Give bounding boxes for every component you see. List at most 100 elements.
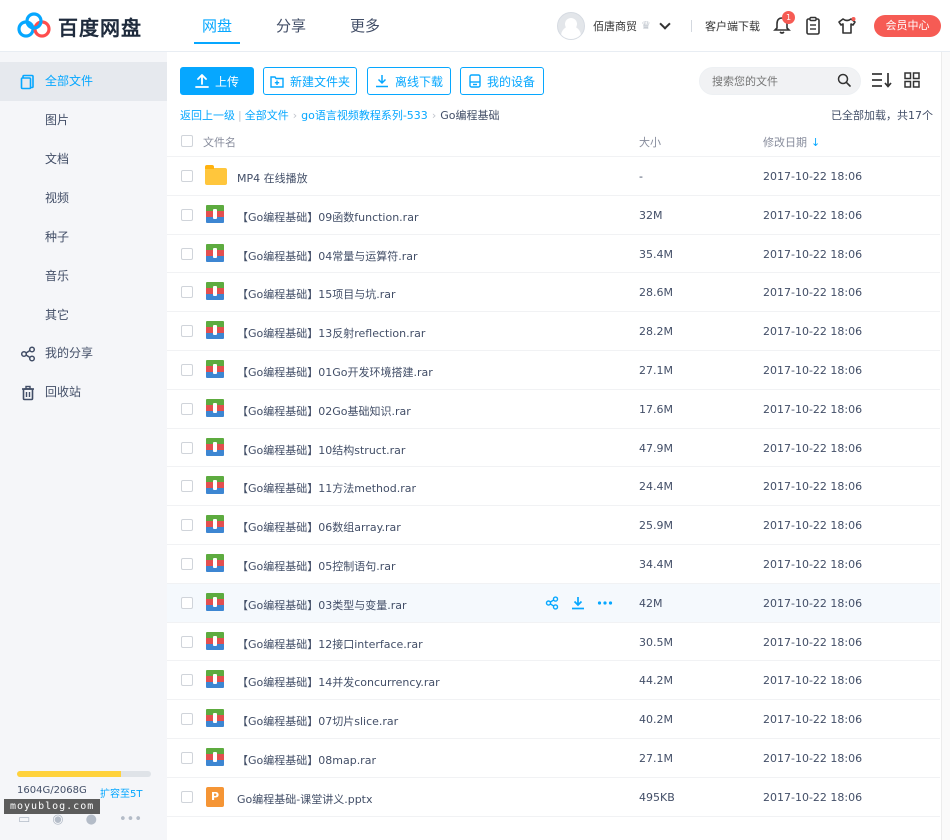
table-row[interactable]: 【Go编程基础】08map.rar 27.1M 2017-10-22 18:06 — [167, 739, 940, 778]
sort-icon[interactable] — [871, 71, 893, 89]
more-icon[interactable] — [597, 596, 613, 610]
column-size-header[interactable]: 大小 — [639, 134, 661, 150]
scrollbar[interactable] — [941, 52, 950, 840]
file-name[interactable]: 【Go编程基础】03类型与变量.rar — [237, 597, 407, 613]
sidebar-item-torrents[interactable]: 种子 — [0, 218, 167, 257]
row-checkbox[interactable] — [181, 441, 193, 454]
row-checkbox[interactable] — [181, 363, 193, 376]
file-name[interactable]: 【Go编程基础】11方法method.rar — [237, 480, 416, 496]
sidebar-item-recycle-bin[interactable]: 回收站 — [0, 373, 167, 412]
rar-file-icon — [205, 631, 225, 652]
table-row[interactable]: 【Go编程基础】06数组array.rar 25.9M 2017-10-22 18:… — [167, 506, 940, 545]
table-header: 文件名 大小 修改日期 ↓ — [167, 125, 940, 157]
file-size: 24.4M — [639, 480, 673, 494]
table-row[interactable]: 【Go编程基础】12接口interface.rar 30.5M 2017-10-22… — [167, 623, 940, 662]
download-icon[interactable] — [571, 596, 585, 610]
sidebar-item-other[interactable]: 其它 — [0, 296, 167, 335]
breadcrumb-back[interactable]: 返回上一级 — [180, 107, 235, 123]
file-name[interactable]: 【Go编程基础】14并发concurrency.rar — [237, 674, 440, 690]
row-checkbox[interactable] — [181, 751, 193, 764]
nav-netdisk[interactable]: 网盘 — [180, 0, 254, 52]
nav-more[interactable]: 更多 — [328, 0, 402, 52]
select-all-checkbox[interactable] — [181, 135, 193, 147]
chevron-down-icon[interactable] — [659, 18, 671, 30]
row-checkbox[interactable] — [181, 557, 193, 570]
table-row[interactable]: 【Go编程基础】03类型与变量.rar 42M 2017-10-22 18:06 — [167, 583, 940, 623]
file-name[interactable]: Go编程基础-课堂讲义.pptx — [237, 791, 373, 807]
file-name[interactable]: 【Go编程基础】08map.rar — [237, 752, 376, 768]
brand-logo[interactable]: 百度网盘 — [16, 10, 142, 42]
offline-download-button[interactable]: 离线下载 — [367, 67, 451, 95]
client-download-link[interactable]: 客户端下载 — [705, 18, 760, 34]
table-row[interactable]: 【Go编程基础】05控制语句.rar 34.4M 2017-10-22 18:06 — [167, 545, 940, 584]
table-row[interactable]: 【Go编程基础】10结构struct.rar 47.9M 2017-10-22 18… — [167, 429, 940, 468]
new-folder-button[interactable]: 新建文件夹 — [263, 67, 357, 95]
desktop-icon[interactable]: ▭ — [18, 812, 30, 827]
row-checkbox[interactable] — [181, 402, 193, 415]
breadcrumb-parent[interactable]: go语言视频教程系列-533 — [301, 107, 428, 123]
row-checkbox[interactable] — [181, 247, 193, 260]
table-row[interactable]: P Go编程基础-课堂讲义.pptx 495KB 2017-10-22 18:06 — [167, 778, 940, 817]
more-icon[interactable]: ••• — [119, 812, 142, 827]
sidebar-item-all-files[interactable]: 全部文件 — [0, 62, 167, 101]
breadcrumb-all-files[interactable]: 全部文件 — [245, 107, 289, 123]
column-name-header[interactable]: 文件名 — [203, 134, 236, 150]
apple-icon[interactable]: ● — [86, 812, 97, 827]
column-date-header[interactable]: 修改日期 ↓ — [763, 134, 820, 150]
my-devices-button[interactable]: 我的设备 — [460, 67, 544, 95]
row-checkbox[interactable] — [181, 713, 193, 726]
table-row[interactable]: 【Go编程基础】02Go基础知识.rar 17.6M 2017-10-22 18:0… — [167, 390, 940, 429]
user-menu[interactable]: 佰唐商贸 ♛ — [557, 12, 671, 40]
table-row[interactable]: 【Go编程基础】15项目与坑.rar 28.6M 2017-10-22 18:06 — [167, 273, 940, 313]
file-size: 28.2M — [639, 325, 673, 339]
table-row[interactable]: 【Go编程基础】04常量与运算符.rar 35.4M 2017-10-22 18:0… — [167, 235, 940, 274]
upgrade-storage-link[interactable]: 扩容至5T — [100, 785, 142, 800]
file-name[interactable]: 【Go编程基础】01Go开发环境搭建.rar — [237, 364, 433, 380]
table-row[interactable]: 【Go编程基础】14并发concurrency.rar 44.2M 2017-10-… — [167, 661, 940, 701]
row-checkbox[interactable] — [181, 208, 193, 221]
file-name[interactable]: 【Go编程基础】10结构struct.rar — [237, 442, 405, 458]
row-checkbox[interactable] — [181, 790, 193, 803]
file-name[interactable]: 【Go编程基础】13反射reflection.rar — [237, 325, 425, 341]
tshirt-icon[interactable] — [837, 16, 857, 36]
file-name[interactable]: 【Go编程基础】05控制语句.rar — [237, 558, 396, 574]
file-name[interactable]: 【Go编程基础】07切片slice.rar — [237, 713, 398, 729]
sidebar-item-documents[interactable]: 文档 — [0, 140, 167, 179]
file-name[interactable]: 【Go编程基础】15项目与坑.rar — [237, 286, 396, 302]
row-checkbox[interactable] — [181, 480, 193, 493]
row-checkbox[interactable] — [181, 325, 193, 338]
file-name[interactable]: MP4 在线播放 — [237, 170, 308, 186]
row-checkbox[interactable] — [181, 674, 193, 687]
sidebar-item-music[interactable]: 音乐 — [0, 257, 167, 296]
file-modified-date: 2017-10-22 18:06 — [763, 441, 863, 455]
share-icon[interactable] — [545, 596, 559, 610]
row-checkbox[interactable] — [181, 286, 193, 299]
upload-button[interactable]: 上传 — [180, 67, 254, 95]
file-name[interactable]: 【Go编程基础】12接口interface.rar — [237, 636, 423, 652]
table-row[interactable]: 【Go编程基础】01Go开发环境搭建.rar 27.1M 2017-10-22 18… — [167, 351, 940, 390]
row-checkbox[interactable] — [181, 170, 193, 182]
clipboard-icon[interactable] — [803, 16, 823, 36]
sidebar-item-my-share[interactable]: 我的分享 — [0, 334, 167, 373]
search-icon[interactable] — [837, 73, 851, 87]
vip-center-button[interactable]: 会员中心 — [874, 15, 941, 37]
file-name[interactable]: 【Go编程基础】06数组array.rar — [237, 519, 401, 535]
table-row[interactable]: 【Go编程基础】13反射reflection.rar 28.2M 2017-10-2… — [167, 312, 940, 351]
sidebar-item-videos[interactable]: 视频 — [0, 179, 167, 218]
file-name[interactable]: 【Go编程基础】02Go基础知识.rar — [237, 403, 411, 419]
grid-view-icon[interactable] — [904, 72, 920, 88]
row-checkbox[interactable] — [181, 596, 193, 609]
avatar[interactable] — [557, 12, 585, 40]
table-row[interactable]: 【Go编程基础】09函数function.rar 32M 2017-10-22 18… — [167, 196, 940, 235]
row-checkbox[interactable] — [181, 635, 193, 648]
sidebar-item-images[interactable]: 图片 — [0, 101, 167, 140]
device-icons: ▭ ◉ ● ••• — [18, 812, 142, 827]
table-row[interactable]: 【Go编程基础】11方法method.rar 24.4M 2017-10-22 18… — [167, 467, 940, 507]
file-name[interactable]: 【Go编程基础】09函数function.rar — [237, 209, 418, 225]
file-name[interactable]: 【Go编程基础】04常量与运算符.rar — [237, 248, 418, 264]
table-row[interactable]: MP4 在线播放 - 2017-10-22 18:06 — [167, 157, 940, 196]
row-checkbox[interactable] — [181, 519, 193, 532]
android-icon[interactable]: ◉ — [52, 812, 63, 827]
table-row[interactable]: 【Go编程基础】07切片slice.rar 40.2M 2017-10-22 18:… — [167, 700, 940, 739]
nav-share[interactable]: 分享 — [254, 0, 328, 52]
